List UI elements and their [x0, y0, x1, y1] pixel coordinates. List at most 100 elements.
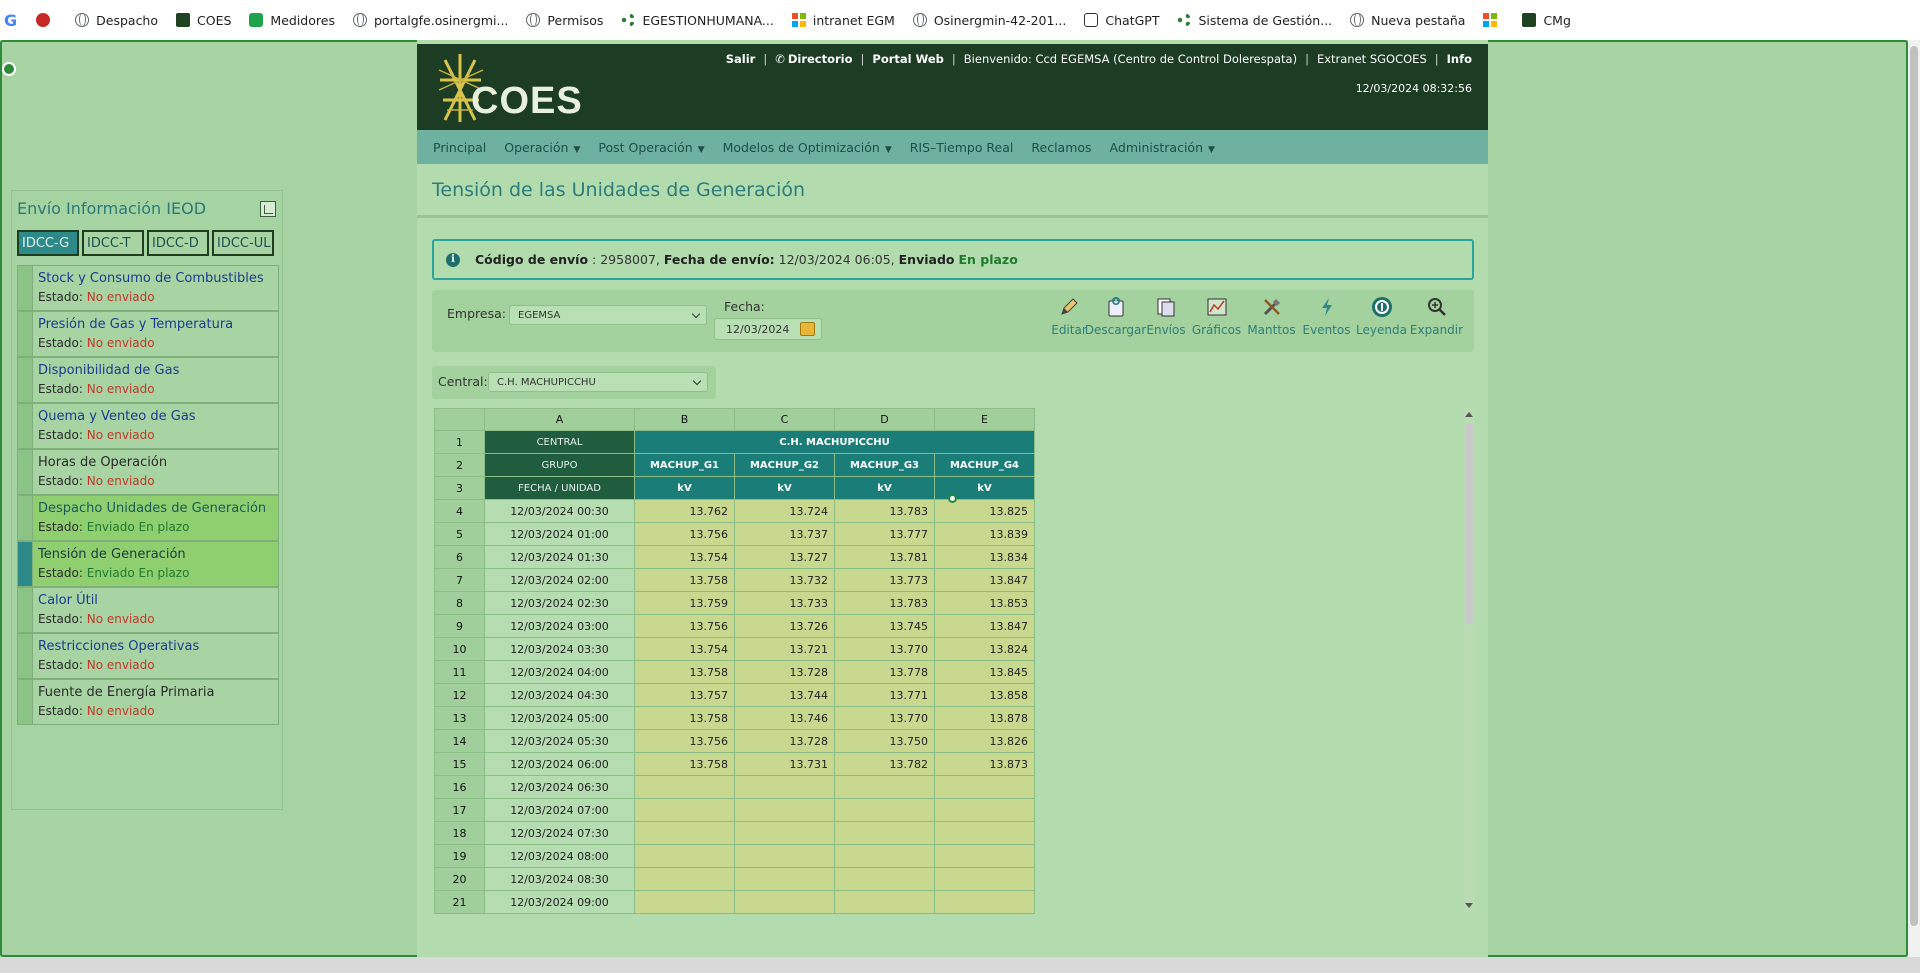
empresa-select[interactable]: EGEMSA: [509, 305, 707, 325]
voltage-cell[interactable]: 13.754: [634, 637, 735, 661]
voltage-cell[interactable]: 13.839: [934, 522, 1035, 546]
voltage-cell[interactable]: 13.731: [734, 752, 835, 776]
ieod-list-item[interactable]: Fuente de Energía Primaria Estado: No env…: [17, 679, 279, 725]
column-letter[interactable]: D: [834, 408, 935, 431]
voltage-cell[interactable]: [634, 798, 735, 822]
voltage-cell[interactable]: 13.853: [934, 591, 1035, 615]
bookmark-item[interactable]: Nueva pestaña: [1341, 6, 1474, 34]
ieod-list-item[interactable]: Despacho Unidades de Generación Estado: E…: [17, 495, 279, 541]
voltage-cell[interactable]: [734, 844, 835, 868]
voltage-cell[interactable]: 13.745: [834, 614, 935, 638]
voltage-cell[interactable]: 13.732: [734, 568, 835, 592]
action-expandir[interactable]: Expandir: [1409, 294, 1464, 337]
voltage-cell[interactable]: 13.756: [634, 522, 735, 546]
voltage-cell[interactable]: [734, 798, 835, 822]
ieod-item-name[interactable]: Calor Útil: [38, 593, 98, 608]
voltage-cell[interactable]: [934, 867, 1035, 891]
nav-item[interactable]: Modelos de Optimización ▼: [723, 140, 892, 155]
page-scrollbar-thumb[interactable]: [1910, 46, 1918, 926]
bookmark-item[interactable]: Sistema de Gestión...: [1168, 6, 1341, 34]
bookmark-item[interactable]: ChatGPT: [1075, 6, 1168, 34]
nav-item[interactable]: Reclamos: [1031, 140, 1091, 155]
voltage-cell[interactable]: [734, 890, 835, 914]
info-link[interactable]: Info: [1447, 52, 1472, 66]
voltage-cell[interactable]: 13.728: [734, 729, 835, 753]
voltage-cell[interactable]: 13.777: [834, 522, 935, 546]
voltage-cell[interactable]: 13.847: [934, 568, 1035, 592]
voltage-cell[interactable]: [934, 775, 1035, 799]
portal-web-link[interactable]: Portal Web: [872, 52, 944, 66]
voltage-cell[interactable]: 13.727: [734, 545, 835, 569]
central-select[interactable]: C.H. MACHUPICCHU: [488, 372, 708, 392]
voltage-cell[interactable]: [634, 890, 735, 914]
voltage-cell[interactable]: [634, 844, 735, 868]
bookmark-item[interactable]: CMg: [1513, 6, 1579, 34]
voltage-cell[interactable]: [634, 775, 735, 799]
voltage-cell[interactable]: 13.721: [734, 637, 835, 661]
voltage-cell[interactable]: 13.756: [634, 614, 735, 638]
tab-idcc-g[interactable]: IDCC-G: [17, 230, 79, 256]
bookmark-alert[interactable]: [27, 6, 66, 34]
action-editar[interactable]: Editar: [1050, 294, 1088, 337]
calendar-icon[interactable]: [800, 322, 815, 336]
action-leyenda[interactable]: Leyenda: [1354, 294, 1409, 337]
voltage-cell[interactable]: [834, 867, 935, 891]
ieod-list-item[interactable]: Quema y Venteo de Gas Estado: No enviado: [17, 403, 279, 449]
ieod-list-item[interactable]: Stock y Consumo de Combustibles Estado: N…: [17, 265, 279, 311]
voltage-cell[interactable]: [834, 844, 935, 868]
voltage-cell[interactable]: 13.733: [734, 591, 835, 615]
nav-item[interactable]: Administración ▼: [1110, 140, 1215, 155]
ieod-item-name[interactable]: Fuente de Energía Primaria: [38, 685, 215, 700]
ieod-item-name[interactable]: Tensión de Generación: [38, 547, 186, 562]
ieod-item-name[interactable]: Quema y Venteo de Gas: [38, 409, 196, 424]
voltage-cell[interactable]: 13.754: [634, 545, 735, 569]
voltage-cell[interactable]: [934, 890, 1035, 914]
page-scrollbar[interactable]: [1908, 40, 1920, 957]
nav-item[interactable]: RIS–Tiempo Real: [910, 140, 1014, 155]
voltage-cell[interactable]: 13.750: [834, 729, 935, 753]
voltage-cell[interactable]: 13.781: [834, 545, 935, 569]
scroll-up-icon[interactable]: [1465, 412, 1473, 417]
voltage-cell[interactable]: 13.724: [734, 499, 835, 523]
ieod-item-name[interactable]: Stock y Consumo de Combustibles: [38, 271, 264, 286]
voltage-cell[interactable]: 13.737: [734, 522, 835, 546]
voltage-cell[interactable]: 13.782: [834, 752, 935, 776]
voltage-cell[interactable]: 13.756: [634, 729, 735, 753]
voltage-cell[interactable]: [934, 821, 1035, 845]
bookmark-item[interactable]: Osinergmin-42-201...: [904, 6, 1076, 34]
voltage-cell[interactable]: [734, 775, 835, 799]
ieod-list-item[interactable]: Tensión de Generación Estado: Enviado En …: [17, 541, 279, 587]
ieod-list-item[interactable]: Calor Útil Estado: No enviado: [17, 587, 279, 633]
voltage-cell[interactable]: [934, 844, 1035, 868]
grid-scrollbar[interactable]: [1464, 408, 1474, 912]
bookmark-item[interactable]: COES: [167, 6, 240, 34]
voltage-cell[interactable]: 13.728: [734, 660, 835, 684]
nav-item[interactable]: Principal: [433, 140, 486, 155]
voltage-cell[interactable]: 13.825: [934, 499, 1035, 523]
voltage-cell[interactable]: [834, 890, 935, 914]
grid-scrollbar-thumb[interactable]: [1465, 424, 1473, 624]
voltage-cell[interactable]: 13.847: [934, 614, 1035, 638]
voltage-cell[interactable]: 13.758: [634, 568, 735, 592]
ieod-list-item[interactable]: Restricciones Operativas Estado: No envia…: [17, 633, 279, 679]
nav-item[interactable]: Post Operación ▼: [598, 140, 704, 155]
ieod-item-name[interactable]: Disponibilidad de Gas: [38, 363, 179, 378]
voltage-cell[interactable]: 13.773: [834, 568, 935, 592]
voltage-cell[interactable]: 13.770: [834, 706, 935, 730]
bookmark-item[interactable]: Permisos: [517, 6, 612, 34]
voltage-cell[interactable]: 13.726: [734, 614, 835, 638]
voltage-cell[interactable]: 13.771: [834, 683, 935, 707]
nav-item[interactable]: Operación ▼: [504, 140, 580, 155]
voltage-cell[interactable]: 13.873: [934, 752, 1035, 776]
bookmark-item[interactable]: Medidores: [240, 6, 344, 34]
column-letter[interactable]: E: [934, 408, 1035, 431]
ieod-item-name[interactable]: Horas de Operación: [38, 455, 167, 470]
voltage-cell[interactable]: 13.834: [934, 545, 1035, 569]
ieod-list-item[interactable]: Horas de Operación Estado: No enviado: [17, 449, 279, 495]
action-descargar[interactable]: Descargar: [1085, 294, 1146, 337]
bookmark-item[interactable]: EGESTIONHUMANA...: [612, 6, 782, 34]
column-letter[interactable]: C: [734, 408, 835, 431]
google-icon[interactable]: G: [4, 11, 17, 30]
ieod-list-item[interactable]: Presión de Gas y Temperatura Estado: No e…: [17, 311, 279, 357]
voltage-cell[interactable]: 13.783: [834, 499, 935, 523]
